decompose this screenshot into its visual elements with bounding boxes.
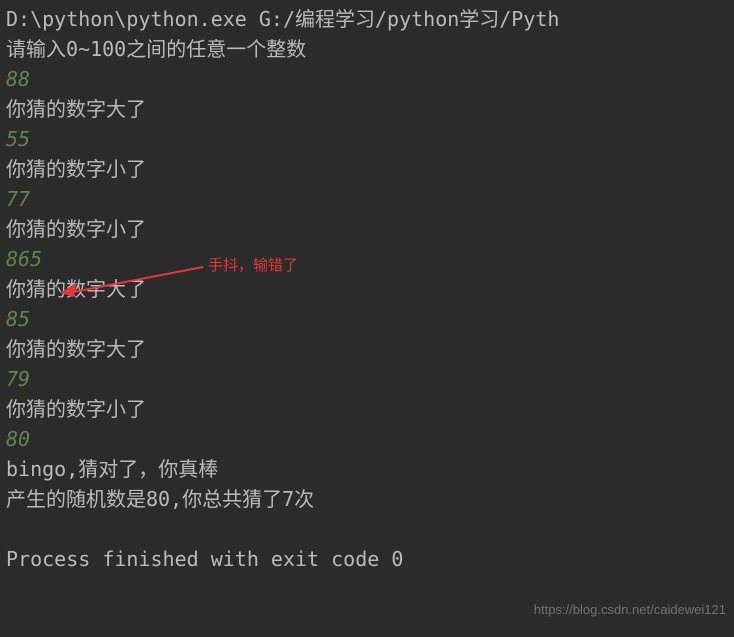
prompt-line: 请输入0~100之间的任意一个整数 [6, 34, 728, 64]
blank-line [6, 514, 728, 544]
user-input: 85 [6, 304, 728, 334]
response-line: 你猜的数字大了 [6, 94, 728, 124]
bingo-line: bingo,猜对了，你真棒 [6, 454, 728, 484]
response-line: 你猜的数字大了 [6, 334, 728, 364]
response-line: 你猜的数字大了 [6, 274, 728, 304]
exit-code-line: Process finished with exit code 0 [6, 544, 728, 574]
user-input: 55 [6, 124, 728, 154]
summary-line: 产生的随机数是80,你总共猜了7次 [6, 484, 728, 514]
user-input: 865 [6, 244, 728, 274]
user-input: 88 [6, 64, 728, 94]
user-input: 77 [6, 184, 728, 214]
response-line: 你猜的数字小了 [6, 154, 728, 184]
watermark: https://blog.csdn.net/caidewei121 [534, 600, 726, 620]
response-line: 你猜的数字小了 [6, 394, 728, 424]
user-input: 79 [6, 364, 728, 394]
user-input: 80 [6, 424, 728, 454]
response-line: 你猜的数字小了 [6, 214, 728, 244]
command-path: D:\python\python.exe G:/编程学习/python学习/Py… [6, 4, 728, 34]
